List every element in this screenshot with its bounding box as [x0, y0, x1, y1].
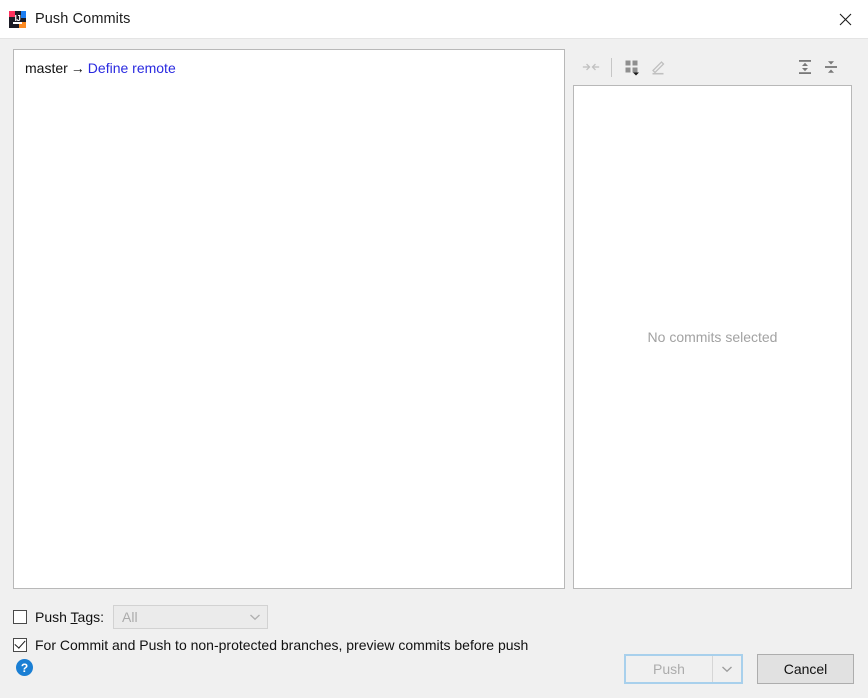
- help-button[interactable]: ?: [16, 659, 33, 676]
- group-by-button[interactable]: [619, 54, 645, 80]
- push-tags-label-mnemonic: T: [70, 609, 78, 625]
- dialog-footer: ? Push Cancel: [0, 650, 868, 698]
- push-tags-label-before: Push: [35, 609, 71, 625]
- group-by-icon: [625, 60, 639, 76]
- push-commits-dialog: IJ Push Commits master → Define remote N…: [0, 0, 868, 698]
- toolbar-separator: [611, 57, 612, 77]
- cancel-button[interactable]: Cancel: [757, 654, 854, 684]
- close-window-button[interactable]: [822, 0, 868, 38]
- details-toolbar: [573, 49, 852, 85]
- push-tags-label-after: ags:: [77, 609, 105, 625]
- source-branch-label: master: [25, 60, 68, 76]
- commit-details-panel: No commits selected: [573, 85, 852, 589]
- expand-all-button[interactable]: [792, 54, 818, 80]
- edit-button[interactable]: [645, 54, 671, 80]
- collapse-all-icon: [825, 61, 837, 73]
- close-icon: [839, 13, 851, 25]
- push-tags-select[interactable]: All: [113, 605, 269, 629]
- intellij-idea-icon: IJ: [9, 10, 26, 28]
- push-tags-select-value: All: [122, 609, 138, 625]
- push-split-button[interactable]: Push: [624, 654, 743, 684]
- collapse-selection-button[interactable]: [578, 54, 604, 80]
- arrow-icon: →: [70, 60, 85, 76]
- push-button[interactable]: Push: [626, 656, 713, 682]
- push-tags-row: Push Tags: All: [13, 604, 855, 630]
- edit-icon: [652, 61, 665, 75]
- chevron-down-icon: [243, 613, 267, 621]
- window-title: Push Commits: [35, 11, 131, 27]
- footer-buttons: Push Cancel: [624, 654, 854, 684]
- push-tags-label: Push Tags:: [35, 609, 104, 625]
- branch-row: master → Define remote: [14, 50, 564, 78]
- push-targets-panel[interactable]: master → Define remote: [13, 49, 565, 589]
- define-remote-link[interactable]: Define remote: [88, 60, 176, 76]
- collapse-all-button[interactable]: [818, 54, 844, 80]
- expand-all-icon: [799, 60, 811, 74]
- push-dropdown-button[interactable]: [713, 656, 741, 682]
- chevron-down-icon: [722, 666, 732, 673]
- push-tags-checkbox[interactable]: [13, 610, 27, 624]
- title-bar: IJ Push Commits: [0, 0, 868, 39]
- dialog-content: master → Define remote No commits select…: [0, 39, 868, 698]
- collapse-selection-icon: [582, 63, 600, 71]
- empty-state-message: No commits selected: [647, 329, 778, 345]
- commit-details-column: No commits selected: [573, 49, 852, 589]
